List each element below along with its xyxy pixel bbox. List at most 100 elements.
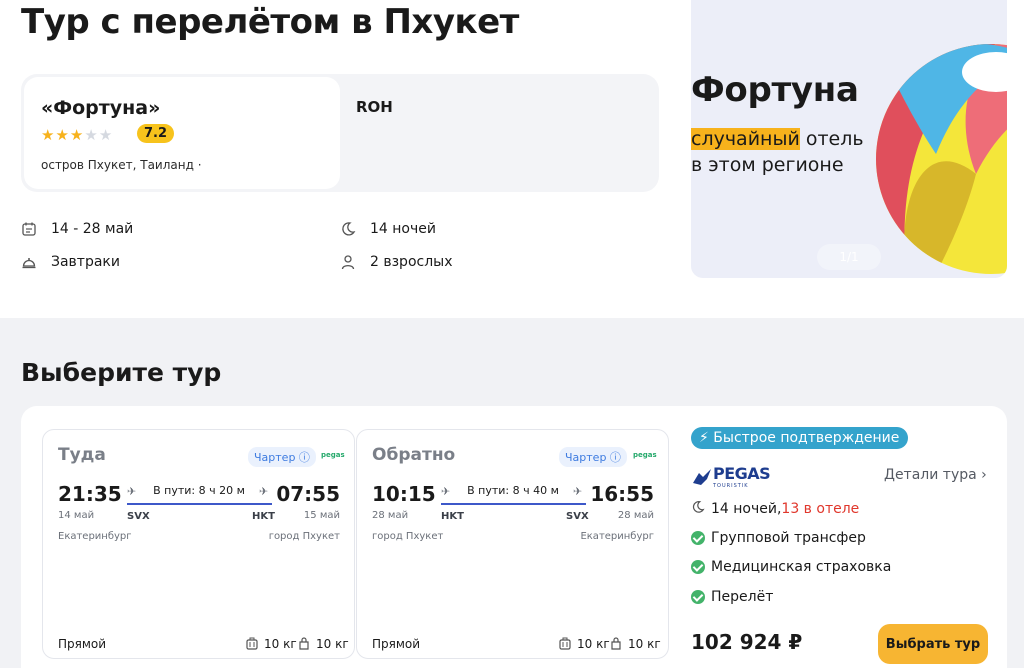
- arrival-date: 15 май: [303, 510, 340, 521]
- carry-on-weight: 10 кг: [264, 637, 297, 651]
- hotel-name[interactable]: «Фортуна»: [41, 97, 160, 119]
- trip-meals-text: Завтраки: [51, 254, 120, 270]
- charter-label: Чартер: [565, 451, 607, 464]
- trip-meals: Завтраки: [21, 254, 120, 270]
- departure-time: 10:15: [372, 482, 436, 506]
- baggage-allowance: 10 кг: [610, 637, 661, 651]
- departure-time: 21:35: [58, 482, 122, 506]
- departure-airport-code: SVX: [127, 511, 150, 522]
- check-icon: [691, 560, 705, 574]
- room-type: ROH: [356, 98, 393, 116]
- flight-duration: В пути: 8 ч 20 м: [153, 484, 245, 497]
- arrival-time: 16:55: [590, 482, 654, 506]
- feature-item: Медицинская страховка: [691, 559, 891, 575]
- suitcase-icon: [559, 637, 571, 650]
- airline-logo: pegas: [321, 451, 345, 459]
- promo-subtitle: случайный отель в этом регионе: [691, 126, 864, 178]
- star-empty-icon: ★: [98, 126, 114, 144]
- departure-date: 28 май: [372, 510, 409, 521]
- hotel-summary: «Фортуна» ★★★★★ 7.2 остров Пхукет, Таила…: [21, 74, 659, 192]
- tour-nights-hotel: 13 в отеле: [781, 501, 860, 517]
- trip-dates: 14 - 28 май: [21, 221, 133, 237]
- departure-airport-code: HKT: [441, 511, 464, 522]
- flight-inbound[interactable]: Обратно Чартер ⓘ pegas 10:15 28 май горо…: [356, 429, 669, 659]
- arrival-date: 28 май: [617, 510, 654, 521]
- choose-tour-button[interactable]: Выбрать тур: [878, 624, 988, 664]
- feature-item: Групповой трансфер: [691, 530, 866, 546]
- bag-icon: [299, 637, 309, 650]
- hotel-location: остров Пхукет, Таиланд ·: [41, 158, 202, 172]
- arrival-airport-code: HKT: [252, 511, 275, 522]
- star-icon: ★: [69, 126, 85, 144]
- charter-label: Чартер: [254, 451, 296, 464]
- baggage-allowance: 10 кг: [298, 637, 349, 651]
- route-line: [127, 503, 272, 505]
- operator-subtitle: TOURISTIK: [713, 483, 749, 489]
- star-icon: ★: [41, 126, 56, 144]
- feature-label: Перелёт: [711, 589, 774, 605]
- beach-ball-image: [876, 44, 1007, 274]
- charter-badge[interactable]: Чартер ⓘ: [248, 447, 316, 467]
- carry-on-allowance: 10 кг: [559, 637, 610, 651]
- carry-on-weight: 10 кг: [577, 637, 610, 651]
- flight-direction-label: Обратно: [372, 445, 456, 465]
- baggage-weight: 10 кг: [628, 637, 661, 651]
- takeoff-icon: ✈: [441, 485, 451, 498]
- star-empty-icon: ★: [84, 126, 99, 144]
- promo-slide-counter: 1/1: [817, 244, 881, 270]
- check-icon: [691, 531, 705, 545]
- rating-badge: 7.2: [137, 124, 175, 143]
- trip-guests: 2 взрослых: [340, 254, 453, 270]
- trip-dates-text: 14 - 28 май: [51, 221, 134, 237]
- flight-outbound[interactable]: Туда Чартер ⓘ pegas 21:35 14 май Екатери…: [42, 429, 355, 659]
- tour-nights: 14 ночей, 13 в отеле: [691, 500, 859, 518]
- suitcase-icon: [246, 637, 258, 650]
- section-title: Выберите тур: [21, 358, 222, 387]
- promo-line1: отель: [799, 128, 864, 150]
- trip-nights: 14 ночей: [340, 221, 436, 237]
- tour-details-link[interactable]: Детали тура ›: [884, 467, 987, 483]
- cloche-icon: [21, 254, 37, 270]
- feature-item: Перелёт: [691, 589, 773, 605]
- baggage-weight: 10 кг: [316, 637, 349, 651]
- arrival-airport-code: SVX: [566, 511, 589, 522]
- route-line: [441, 503, 586, 505]
- person-icon: [340, 254, 356, 270]
- promo-line2: в этом регионе: [691, 154, 844, 176]
- arrival-city: город Пхукет: [268, 531, 340, 542]
- trip-guests-text: 2 взрослых: [370, 254, 453, 270]
- moon-icon: [340, 221, 356, 237]
- fast-confirm-label: Быстрое подтверждение: [713, 430, 900, 446]
- trip-nights-text: 14 ночей: [370, 221, 436, 237]
- page-title: Тур с перелётом в Пхукет: [21, 2, 519, 42]
- operator-name: PEGAS: [713, 464, 771, 483]
- star-icon: ★: [55, 126, 70, 144]
- departure-city: город Пхукет: [372, 531, 444, 542]
- tour-price: 102 924 ₽: [691, 630, 803, 654]
- lightning-icon: ⚡: [699, 430, 709, 446]
- pegasus-icon: [693, 468, 711, 485]
- bag-icon: [611, 637, 621, 650]
- landing-icon: ✈: [573, 485, 583, 498]
- feature-label: Групповой трансфер: [711, 530, 866, 546]
- operator-logo: PEGAS TOURISTIK: [691, 464, 771, 489]
- fast-confirm-badge: ⚡ Быстрое подтверждение: [691, 427, 909, 449]
- charter-badge[interactable]: Чартер ⓘ: [559, 447, 627, 467]
- arrival-city: Екатеринбург: [580, 531, 654, 542]
- departure-date: 14 май: [58, 510, 95, 521]
- departure-city: Екатеринбург: [58, 531, 132, 542]
- check-icon: [691, 590, 705, 604]
- promo-highlight: случайный: [691, 128, 800, 150]
- flight-duration: В пути: 8 ч 40 м: [467, 484, 559, 497]
- chevron-right-icon: ›: [981, 467, 987, 483]
- landing-icon: ✈: [259, 485, 269, 498]
- hotel-stars: ★★★★★: [41, 126, 113, 144]
- arrival-time: 07:55: [276, 482, 340, 506]
- airline-logo: pegas: [633, 451, 657, 459]
- promo-title: Фортуна: [691, 70, 859, 110]
- promo-banner[interactable]: Фортуна случайный отель в этом регионе 1…: [691, 0, 1007, 278]
- tour-nights-text: 14 ночей,: [711, 501, 782, 517]
- feature-label: Медицинская страховка: [711, 559, 892, 575]
- hotel-card[interactable]: «Фортуна» ★★★★★ 7.2 остров Пхукет, Таила…: [24, 77, 340, 189]
- calendar-icon: [21, 221, 37, 237]
